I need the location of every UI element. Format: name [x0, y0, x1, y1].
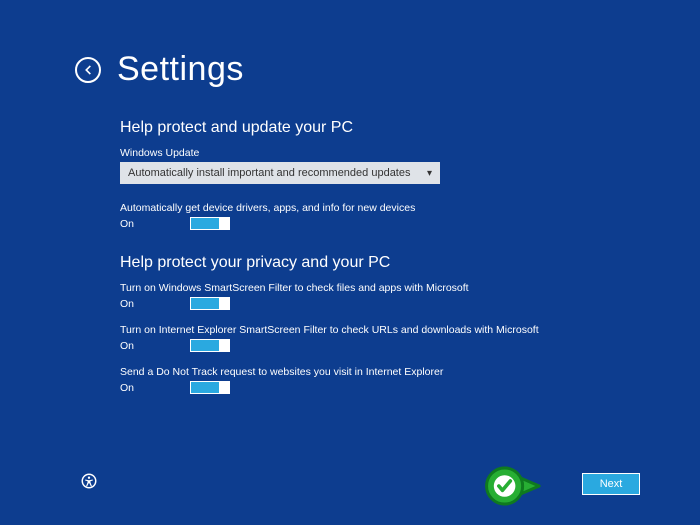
toggle-state: On: [120, 298, 140, 310]
ease-of-access-button[interactable]: [80, 472, 98, 495]
option-device-drivers: Automatically get device drivers, apps, …: [80, 202, 640, 230]
next-button[interactable]: Next: [582, 473, 640, 495]
toggle-knob: [219, 382, 229, 393]
section-heading-update: Help protect and update your PC: [80, 119, 640, 137]
toggle-knob: [219, 298, 229, 309]
toggle-smartscreen-windows[interactable]: [190, 297, 230, 310]
arrow-left-icon: [81, 63, 95, 77]
option-desc: Automatically get device drivers, apps, …: [120, 202, 640, 214]
option-smartscreen-windows: Turn on Windows SmartScreen Filter to ch…: [80, 282, 640, 310]
toggle-state: On: [120, 218, 140, 230]
back-button[interactable]: [75, 57, 101, 83]
section-heading-privacy: Help protect your privacy and your PC: [80, 254, 640, 272]
next-button-label: Next: [600, 478, 623, 490]
chevron-down-icon: ▾: [427, 168, 432, 179]
option-do-not-track: Send a Do Not Track request to websites …: [80, 366, 640, 394]
header: Settings: [75, 50, 640, 89]
windows-update-label: Windows Update: [80, 147, 640, 159]
option-desc: Turn on Internet Explorer SmartScreen Fi…: [120, 324, 640, 336]
windows-update-selected: Automatically install important and reco…: [128, 167, 410, 179]
option-desc: Turn on Windows SmartScreen Filter to ch…: [120, 282, 640, 294]
option-smartscreen-ie: Turn on Internet Explorer SmartScreen Fi…: [80, 324, 640, 352]
toggle-knob: [219, 218, 229, 229]
toggle-smartscreen-ie[interactable]: [190, 339, 230, 352]
toggle-state: On: [120, 382, 140, 394]
option-desc: Send a Do Not Track request to websites …: [120, 366, 640, 378]
toggle-knob: [219, 340, 229, 351]
footer: Next: [80, 472, 640, 495]
windows-update-select[interactable]: Automatically install important and reco…: [120, 162, 440, 184]
toggle-device-drivers[interactable]: [190, 217, 230, 230]
settings-screen: Settings Help protect and update your PC…: [0, 0, 700, 525]
ease-of-access-icon: [80, 472, 98, 490]
toggle-do-not-track[interactable]: [190, 381, 230, 394]
page-title: Settings: [117, 50, 244, 89]
toggle-state: On: [120, 340, 140, 352]
